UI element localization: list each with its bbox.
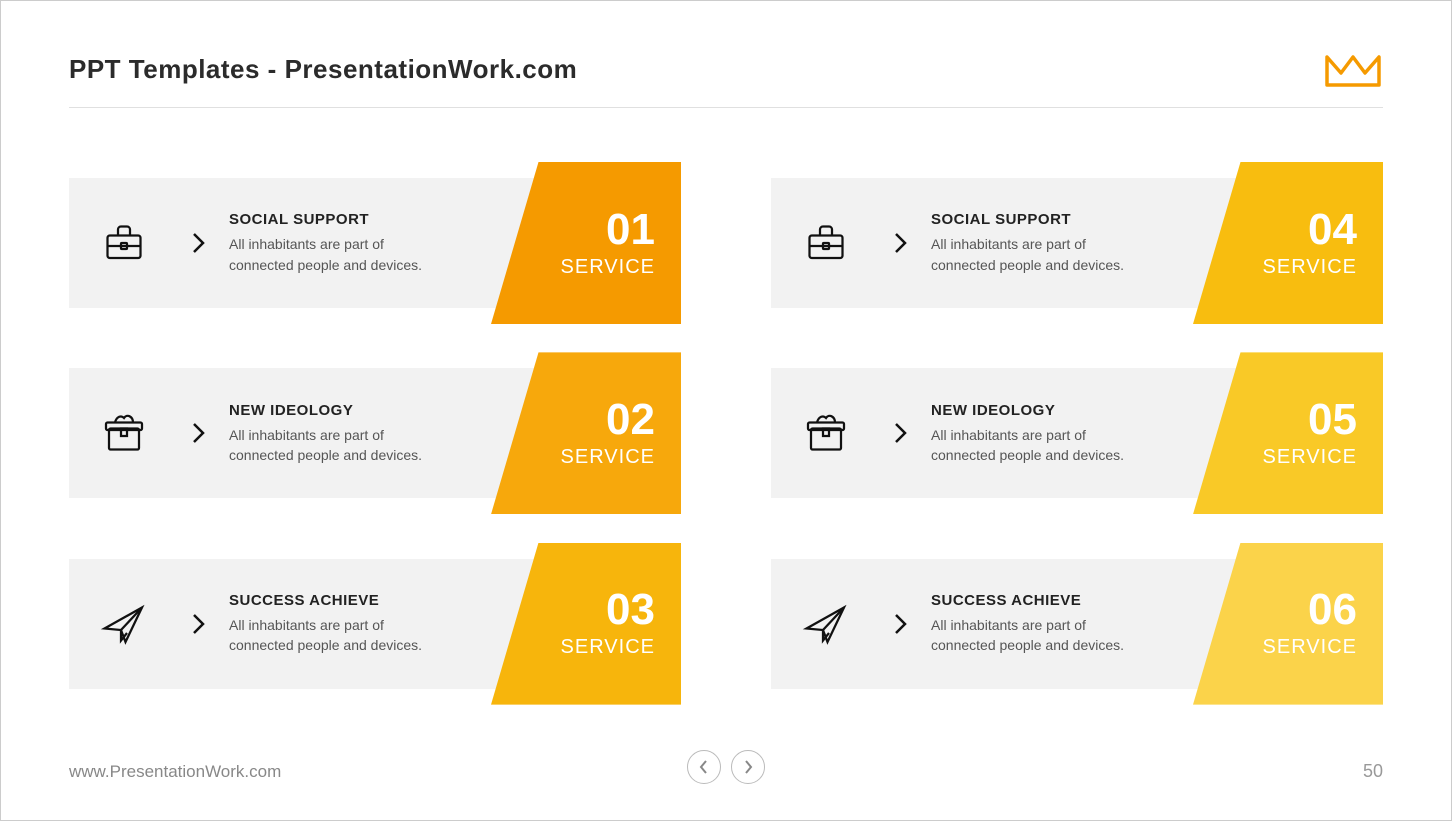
chevron-right-icon (179, 422, 219, 444)
card-description: All inhabitants are part of connected pe… (931, 615, 1131, 656)
next-button[interactable] (731, 750, 765, 784)
card-body: SOCIAL SUPPORT All inhabitants are part o… (219, 211, 511, 275)
card-heading: NEW IDEOLOGY (229, 402, 501, 419)
service-label: SERVICE (561, 446, 655, 469)
slide-header: PPT Templates - PresentationWork.com (69, 49, 1383, 108)
service-badge: 05 SERVICE (1193, 352, 1383, 514)
service-number: 04 (1308, 208, 1357, 252)
crown-logo-icon (1323, 49, 1383, 89)
service-badge: 01 SERVICE (491, 162, 681, 324)
page-number: 50 (1363, 761, 1383, 782)
slide: PPT Templates - PresentationWork.com SOC… (9, 9, 1443, 812)
slide-nav (687, 750, 765, 784)
service-badge: 04 SERVICE (1193, 162, 1383, 324)
chevron-right-icon (179, 232, 219, 254)
chevron-right-icon (881, 613, 921, 635)
paper-plane-icon (771, 600, 881, 648)
service-card: NEW IDEOLOGY All inhabitants are part of … (69, 368, 681, 498)
card-heading: SUCCESS ACHIEVE (931, 592, 1203, 609)
service-badge: 03 SERVICE (491, 543, 681, 705)
service-number: 05 (1308, 398, 1357, 442)
services-grid: SOCIAL SUPPORT All inhabitants are part o… (69, 108, 1383, 751)
badge-wrap: 05 SERVICE (1213, 368, 1383, 498)
badge-wrap: 04 SERVICE (1213, 178, 1383, 308)
footer-website: www.PresentationWork.com (69, 762, 281, 782)
box-icon (771, 409, 881, 457)
service-label: SERVICE (1263, 446, 1357, 469)
card-heading: NEW IDEOLOGY (931, 402, 1203, 419)
page-title: PPT Templates - PresentationWork.com (69, 54, 577, 85)
card-body: NEW IDEOLOGY All inhabitants are part of … (219, 402, 511, 466)
card-body: NEW IDEOLOGY All inhabitants are part of … (921, 402, 1213, 466)
card-body: SUCCESS ACHIEVE All inhabitants are part … (921, 592, 1213, 656)
service-label: SERVICE (1263, 256, 1357, 279)
card-body: SOCIAL SUPPORT All inhabitants are part o… (921, 211, 1213, 275)
service-number: 06 (1308, 588, 1357, 632)
card-heading: SOCIAL SUPPORT (229, 211, 501, 228)
card-description: All inhabitants are part of connected pe… (931, 425, 1131, 466)
slide-frame: PPT Templates - PresentationWork.com SOC… (0, 0, 1452, 821)
service-card: NEW IDEOLOGY All inhabitants are part of … (771, 368, 1383, 498)
chevron-right-icon (179, 613, 219, 635)
service-number: 03 (606, 588, 655, 632)
service-label: SERVICE (561, 636, 655, 659)
service-number: 02 (606, 398, 655, 442)
service-badge: 02 SERVICE (491, 352, 681, 514)
card-body: SUCCESS ACHIEVE All inhabitants are part … (219, 592, 511, 656)
box-icon (69, 409, 179, 457)
service-card: SUCCESS ACHIEVE All inhabitants are part … (69, 559, 681, 689)
badge-wrap: 02 SERVICE (511, 368, 681, 498)
service-label: SERVICE (561, 256, 655, 279)
card-description: All inhabitants are part of connected pe… (229, 425, 429, 466)
slide-footer: www.PresentationWork.com 50 (69, 751, 1383, 782)
card-description: All inhabitants are part of connected pe… (229, 234, 429, 275)
badge-wrap: 01 SERVICE (511, 178, 681, 308)
briefcase-icon (771, 219, 881, 267)
service-badge: 06 SERVICE (1193, 543, 1383, 705)
service-label: SERVICE (1263, 636, 1357, 659)
card-heading: SUCCESS ACHIEVE (229, 592, 501, 609)
service-number: 01 (606, 208, 655, 252)
badge-wrap: 03 SERVICE (511, 559, 681, 689)
card-heading: SOCIAL SUPPORT (931, 211, 1203, 228)
card-description: All inhabitants are part of connected pe… (229, 615, 429, 656)
card-description: All inhabitants are part of connected pe… (931, 234, 1131, 275)
service-card: SOCIAL SUPPORT All inhabitants are part o… (69, 178, 681, 308)
briefcase-icon (69, 219, 179, 267)
service-card: SUCCESS ACHIEVE All inhabitants are part … (771, 559, 1383, 689)
chevron-right-icon (881, 232, 921, 254)
chevron-right-icon (881, 422, 921, 444)
prev-button[interactable] (687, 750, 721, 784)
badge-wrap: 06 SERVICE (1213, 559, 1383, 689)
service-card: SOCIAL SUPPORT All inhabitants are part o… (771, 178, 1383, 308)
paper-plane-icon (69, 600, 179, 648)
